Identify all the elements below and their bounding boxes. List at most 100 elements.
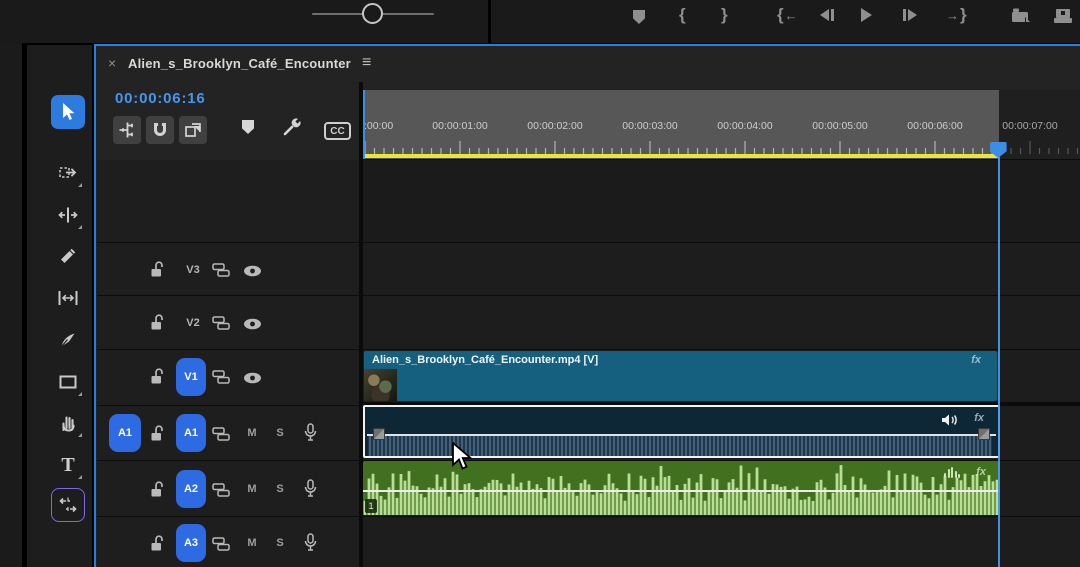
timeline-add-marker-button[interactable]	[242, 120, 254, 134]
playhead-line	[998, 142, 1000, 567]
clip-thumbnail	[364, 369, 397, 401]
fade-handle-left[interactable]	[373, 428, 385, 440]
type-tool-glyph: T	[61, 455, 74, 475]
zoom-slider-knob[interactable]	[362, 3, 383, 24]
track-select-forward-tool[interactable]	[51, 156, 85, 190]
sync-lock-icon[interactable]	[212, 427, 230, 446]
toggle-track-output-icon[interactable]	[243, 317, 262, 335]
voiceover-record-icon[interactable]	[304, 533, 317, 557]
program-monitor-controls-bar: { } {← →}	[0, 0, 1080, 43]
mark-in-button[interactable]: {	[679, 4, 686, 26]
track-target-a1[interactable]: A1	[176, 414, 206, 452]
panel-menu-icon[interactable]: ≡	[362, 54, 371, 72]
track-target-a2[interactable]: A2	[176, 470, 206, 508]
track-label-v3[interactable]: V3	[178, 264, 208, 276]
type-tool[interactable]: T	[51, 448, 85, 482]
channel-badge: 1	[365, 499, 377, 513]
close-tab-icon[interactable]: ×	[108, 55, 116, 71]
go-to-out-arrow-icon: →	[946, 8, 959, 23]
go-to-out-icon: }	[960, 5, 967, 25]
sync-lock-icon[interactable]	[212, 263, 230, 282]
fx-badge[interactable]: fx	[974, 412, 984, 424]
sync-lock-icon[interactable]	[212, 316, 230, 335]
tool-flyout-indicator	[78, 475, 82, 479]
snap-toggle-button[interactable]	[146, 116, 174, 144]
generative-extend-tool[interactable]	[51, 488, 85, 522]
step-back-button[interactable]	[820, 4, 834, 26]
track-label-v2[interactable]: V2	[178, 317, 208, 329]
track-target-a3[interactable]: A3	[176, 524, 206, 562]
slip-tool[interactable]	[51, 281, 85, 315]
solo-button[interactable]: S	[272, 537, 288, 549]
track-target-v1[interactable]: V1	[176, 358, 206, 396]
selection-tool[interactable]	[51, 95, 85, 129]
video-clip-v1[interactable]: Alien_s_Brooklyn_Café_Encounter.mp4 [V] …	[364, 351, 997, 401]
fade-handle-right[interactable]	[978, 428, 990, 440]
lock-icon[interactable]	[150, 261, 165, 283]
mute-button[interactable]: M	[244, 427, 260, 439]
sync-lock-icon[interactable]	[212, 537, 230, 556]
go-to-in-icon: {	[777, 5, 784, 25]
voiceover-record-icon[interactable]	[304, 479, 317, 503]
marker-icon	[633, 10, 645, 24]
playhead-timecode[interactable]: 00:00:06:16	[115, 90, 206, 107]
lock-icon[interactable]	[150, 314, 165, 336]
step-forward-bar-icon	[903, 9, 906, 21]
marker-icon	[242, 120, 254, 134]
track-header-a2: A2 M S	[97, 460, 359, 516]
tools-panel: T	[27, 45, 92, 567]
source-patch-a1[interactable]: A1	[109, 414, 141, 452]
track-header-v2: V2	[97, 295, 359, 349]
mark-out-button[interactable]: }	[721, 4, 728, 26]
go-to-in-button[interactable]: {←	[777, 4, 798, 26]
tool-flyout-indicator	[78, 392, 82, 396]
extract-button[interactable]	[1052, 5, 1074, 27]
lock-icon[interactable]	[150, 481, 165, 503]
pen-tool[interactable]	[51, 323, 85, 357]
sync-lock-icon[interactable]	[212, 483, 230, 502]
rectangle-tool[interactable]	[51, 365, 85, 399]
linked-selection-button[interactable]	[179, 116, 207, 144]
captions-toggle-button[interactable]: CC	[324, 122, 351, 140]
nest-toggle-button[interactable]	[113, 116, 141, 144]
voiceover-record-icon[interactable]	[304, 423, 317, 447]
mute-button[interactable]: M	[244, 483, 260, 495]
wrench-icon	[282, 116, 303, 137]
left-edge-panel	[0, 43, 22, 567]
add-marker-button[interactable]	[633, 6, 645, 28]
go-to-out-button[interactable]: →}	[946, 4, 967, 26]
solo-button[interactable]: S	[272, 483, 288, 495]
timeline-track-area: :00:0000:00:01:0000:00:02:0000:00:03:000…	[363, 90, 1080, 567]
lock-icon[interactable]	[150, 368, 165, 390]
lock-icon[interactable]	[150, 535, 165, 557]
lift-button[interactable]	[1010, 5, 1032, 27]
play-icon	[861, 8, 872, 22]
track-v3-lane[interactable]	[363, 242, 1080, 295]
timeline-tab-bar: × Alien_s_Brooklyn_Café_Encounter ≡	[96, 46, 1080, 82]
lock-icon[interactable]	[150, 425, 165, 447]
razor-tool[interactable]	[51, 239, 85, 273]
toggle-track-output-icon[interactable]	[243, 264, 262, 282]
fx-badge[interactable]: fx	[971, 354, 981, 366]
time-ruler[interactable]: :00:0000:00:01:0000:00:02:0000:00:03:000…	[363, 90, 1080, 159]
step-forward-button[interactable]	[903, 4, 917, 26]
mute-button[interactable]: M	[244, 537, 260, 549]
video-track-overflow-area[interactable]	[363, 159, 1080, 242]
extract-icon	[1052, 6, 1074, 26]
sequence-tab-title[interactable]: Alien_s_Brooklyn_Café_Encounter	[128, 56, 351, 71]
track-a3-lane[interactable]	[363, 516, 1080, 567]
hand-tool[interactable]	[51, 406, 85, 440]
fx-badge[interactable]: fx	[976, 466, 986, 478]
toggle-track-output-icon[interactable]	[243, 371, 262, 389]
solo-button[interactable]: S	[272, 427, 288, 439]
volume-rubber-band[interactable]	[363, 490, 1000, 492]
timeline-settings-button[interactable]	[282, 116, 303, 137]
ripple-edit-tool[interactable]	[51, 198, 85, 232]
step-back-bar-icon	[831, 9, 834, 21]
track-v2-lane[interactable]	[363, 295, 1080, 349]
volume-rubber-band[interactable]	[367, 434, 996, 436]
go-to-in-arrow-icon: ←	[785, 8, 798, 23]
sync-lock-icon[interactable]	[212, 370, 230, 389]
play-button[interactable]	[861, 4, 872, 26]
track-header-v3: V3	[97, 242, 359, 295]
